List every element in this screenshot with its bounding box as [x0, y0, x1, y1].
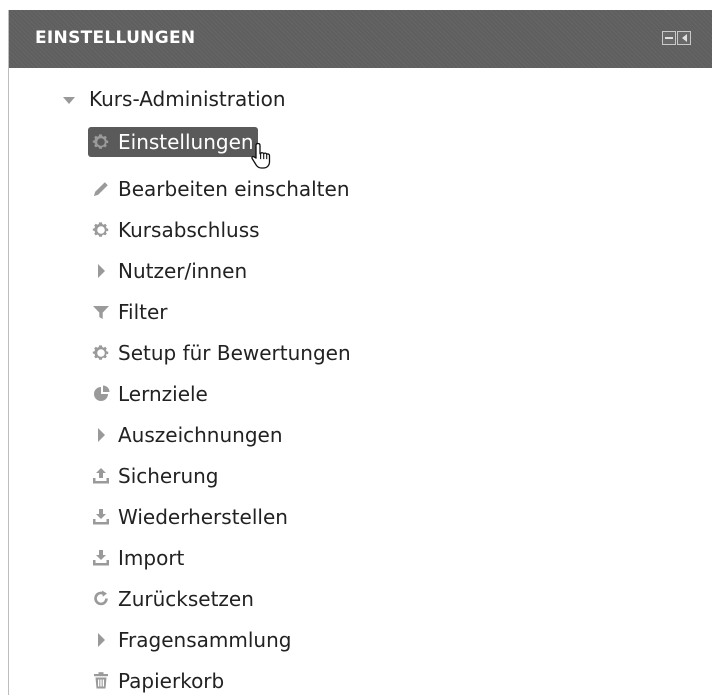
tree-item-auszeichnungen[interactable]: Auszeichnungen [90, 420, 283, 450]
tree-item-bearbeiten-einschalten[interactable]: Bearbeiten einschalten [90, 174, 350, 204]
caret-right-icon [90, 424, 112, 446]
tree-item-label: Fragensammlung [118, 628, 292, 652]
gear-icon [90, 342, 112, 364]
download-icon [90, 547, 112, 569]
caret-right-icon [90, 260, 112, 282]
gear-icon [90, 131, 112, 153]
tree-item-label: Zurücksetzen [118, 587, 254, 611]
tree-item-lernziele[interactable]: Lernziele [90, 379, 208, 409]
tree-item-label: Nutzer/innen [118, 259, 248, 283]
tree-item-label: Papierkorb [118, 669, 225, 693]
tree-item-kursabschluss[interactable]: Kursabschluss [90, 215, 260, 245]
tree-item-label: Import [118, 546, 185, 570]
tree-item-papierkorb[interactable]: Papierkorb [90, 666, 224, 696]
tree-item-sicherung[interactable]: Sicherung [90, 461, 219, 491]
tree-item-label: Lernziele [118, 382, 208, 406]
upload-icon [90, 465, 112, 487]
tree-item-label: Auszeichnungen [118, 423, 283, 447]
tree-item-filter[interactable]: Filter [90, 297, 168, 327]
tree-item-label: Sicherung [118, 464, 219, 488]
tree-item-wiederherstellen[interactable]: Wiederherstellen [90, 502, 288, 532]
tree-item-label: Kursabschluss [118, 218, 260, 242]
block-header: EINSTELLUNGEN [9, 10, 712, 68]
filter-icon [90, 301, 112, 323]
tree-item-nutzer-innen[interactable]: Nutzer/innen [90, 256, 247, 286]
pie-icon [90, 383, 112, 405]
trash-icon [90, 670, 112, 692]
settings-block: EINSTELLUNGEN Kurs-Administration Einste… [8, 10, 712, 695]
tree-item-label: Bearbeiten einschalten [118, 177, 350, 201]
dock-icon[interactable] [677, 31, 691, 45]
block-title: EINSTELLUNGEN [35, 28, 196, 48]
caret-right-icon [90, 629, 112, 651]
tree-item-label: Setup für Bewertungen [118, 341, 351, 365]
reset-icon [90, 588, 112, 610]
tree-item-einstellungen[interactable]: Einstellungen [88, 127, 258, 157]
tree-item-label: Einstellungen [118, 130, 254, 154]
tree-root-label: Kurs-Administration [89, 87, 286, 111]
tree-item-fragensammlung[interactable]: Fragensammlung [90, 625, 291, 655]
tree-item-label: Filter [118, 300, 168, 324]
pencil-icon [90, 178, 112, 200]
tree-item-import[interactable]: Import [90, 543, 184, 573]
tree-item-zuruecksetzen[interactable]: Zurücksetzen [90, 584, 254, 614]
tree-root-kurs-administration[interactable]: Kurs-Administration [63, 86, 286, 112]
tree-item-setup-fuer-bewertungen[interactable]: Setup für Bewertungen [90, 338, 351, 368]
gear-icon [90, 219, 112, 241]
tree-item-label: Wiederherstellen [118, 505, 288, 529]
block-controls [662, 31, 691, 45]
caret-down-icon [63, 96, 75, 104]
download-icon [90, 506, 112, 528]
collapse-icon[interactable] [662, 31, 676, 45]
